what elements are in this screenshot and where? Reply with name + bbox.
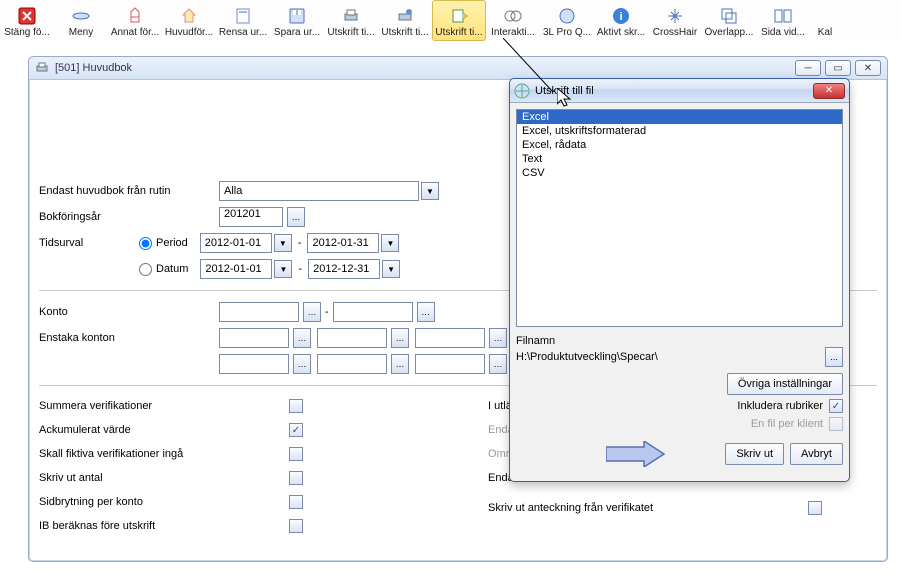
- format-listbox[interactable]: Excel Excel, utskriftsformaterad Excel, …: [516, 109, 843, 327]
- period-to-dd[interactable]: ▼: [381, 234, 399, 252]
- chk-enfil: [829, 417, 843, 431]
- printer-icon: [35, 61, 49, 75]
- datum-radio[interactable]: Datum: [139, 263, 188, 276]
- datum-to-dd[interactable]: ▼: [382, 260, 400, 278]
- chk-ib[interactable]: [289, 519, 303, 533]
- tool-huvud[interactable]: Huvudför...: [162, 0, 216, 41]
- period-radio[interactable]: Period: [139, 237, 188, 250]
- list-item[interactable]: Excel, rådata: [517, 138, 842, 152]
- datum-from-dd[interactable]: ▼: [274, 260, 292, 278]
- period-from[interactable]: 2012-01-01: [200, 233, 272, 253]
- dialog-close-button[interactable]: ✕: [813, 83, 845, 99]
- skrivut-button[interactable]: Skriv ut: [725, 443, 784, 465]
- list-item[interactable]: Excel: [517, 110, 842, 124]
- tool-overlapp[interactable]: Överlapp...: [702, 0, 756, 41]
- ovriga-button[interactable]: Övriga inställningar: [727, 373, 843, 395]
- close-button[interactable]: ✕: [855, 60, 881, 76]
- path-text: H:\Produktutveckling\Specar\: [516, 351, 817, 363]
- chk-inkludera[interactable]: ✓: [829, 399, 843, 413]
- dialog-titlebar[interactable]: Utskrift till fil ✕: [510, 79, 849, 103]
- bokforingsar-lookup[interactable]: …: [287, 207, 305, 227]
- tool-menu[interactable]: Meny: [54, 0, 108, 41]
- tool-utskrift-1[interactable]: Utskrift ti...: [324, 0, 378, 41]
- tool-crosshair[interactable]: CrossHair: [648, 0, 702, 41]
- window-title: [501] Huvudbok: [55, 62, 132, 74]
- arrow-annotation: [606, 441, 666, 467]
- konto-from[interactable]: [219, 302, 299, 322]
- svg-text:i: i: [619, 11, 622, 23]
- list-item[interactable]: Excel, utskriftsformaterad: [517, 124, 842, 138]
- tool-kal[interactable]: Kal: [810, 0, 840, 41]
- list-item[interactable]: CSV: [517, 166, 842, 180]
- titlebar[interactable]: [501] Huvudbok ─ ▭ ✕: [29, 57, 887, 80]
- enstaka-label: Enstaka konton: [39, 332, 189, 344]
- minimize-button[interactable]: ─: [795, 60, 821, 76]
- enstaka-1[interactable]: [219, 328, 289, 348]
- chk-ackumulerat[interactable]: ✓: [289, 423, 303, 437]
- chk-sidbrytning[interactable]: [289, 495, 303, 509]
- main-toolbar: Stäng fö... Meny Annat för... Huvudför..…: [0, 0, 902, 44]
- tool-aktivt[interactable]: iAktivt skr...: [594, 0, 648, 41]
- tool-sidavid[interactable]: Sida vid...: [756, 0, 810, 41]
- konto-label: Konto: [39, 306, 189, 318]
- konto-to[interactable]: [333, 302, 413, 322]
- tool-spara[interactable]: Spara ur...: [270, 0, 324, 41]
- browse-button[interactable]: ...: [825, 347, 843, 367]
- globe-icon: [514, 83, 530, 99]
- avbryt-button[interactable]: Avbryt: [790, 443, 843, 465]
- chk-antal[interactable]: [289, 471, 303, 485]
- bokforingsar-field[interactable]: 201201: [219, 207, 283, 227]
- dialog-title: Utskrift till fil: [535, 85, 594, 97]
- period-to[interactable]: 2012-01-31: [307, 233, 379, 253]
- enstaka-3[interactable]: [415, 328, 485, 348]
- chk-summera[interactable]: [289, 399, 303, 413]
- tool-3lpro[interactable]: 3L Pro Q...: [540, 0, 594, 41]
- tool-annat[interactable]: Annat för...: [108, 0, 162, 41]
- tool-utskrift-2[interactable]: Utskrift ti...: [378, 0, 432, 41]
- tidsurval-label: Tidsurval: [39, 237, 139, 249]
- filnamn-label: Filnamn: [516, 335, 843, 347]
- enstaka-4[interactable]: [219, 354, 289, 374]
- tool-close[interactable]: Stäng fö...: [0, 0, 54, 41]
- period-from-dd[interactable]: ▼: [274, 234, 292, 252]
- datum-from[interactable]: 2012-01-01: [200, 259, 272, 279]
- maximize-button[interactable]: ▭: [825, 60, 851, 76]
- export-dialog: Utskrift till fil ✕ Excel Excel, utskrif…: [509, 78, 850, 482]
- enstaka-2[interactable]: [317, 328, 387, 348]
- enstaka-5[interactable]: [317, 354, 387, 374]
- tool-interakt[interactable]: Interakti...: [486, 0, 540, 41]
- rutin-label: Endast huvudbok från rutin: [39, 185, 189, 197]
- rutin-dropdown[interactable]: ▼: [421, 182, 439, 200]
- tool-utskrift-fil[interactable]: Utskrift ti...: [432, 0, 486, 41]
- tool-rensa[interactable]: Rensa ur...: [216, 0, 270, 41]
- list-item[interactable]: Text: [517, 152, 842, 166]
- konto-to-lookup[interactable]: …: [417, 302, 435, 322]
- datum-to[interactable]: 2012-12-31: [308, 259, 380, 279]
- enstaka-6[interactable]: [415, 354, 485, 374]
- konto-from-lookup[interactable]: …: [303, 302, 321, 322]
- chk-fiktiva[interactable]: [289, 447, 303, 461]
- chk-anteckning[interactable]: [808, 501, 822, 515]
- rutin-combo[interactable]: Alla: [219, 181, 419, 201]
- bokforingsar-label: Bokföringsår: [39, 211, 189, 223]
